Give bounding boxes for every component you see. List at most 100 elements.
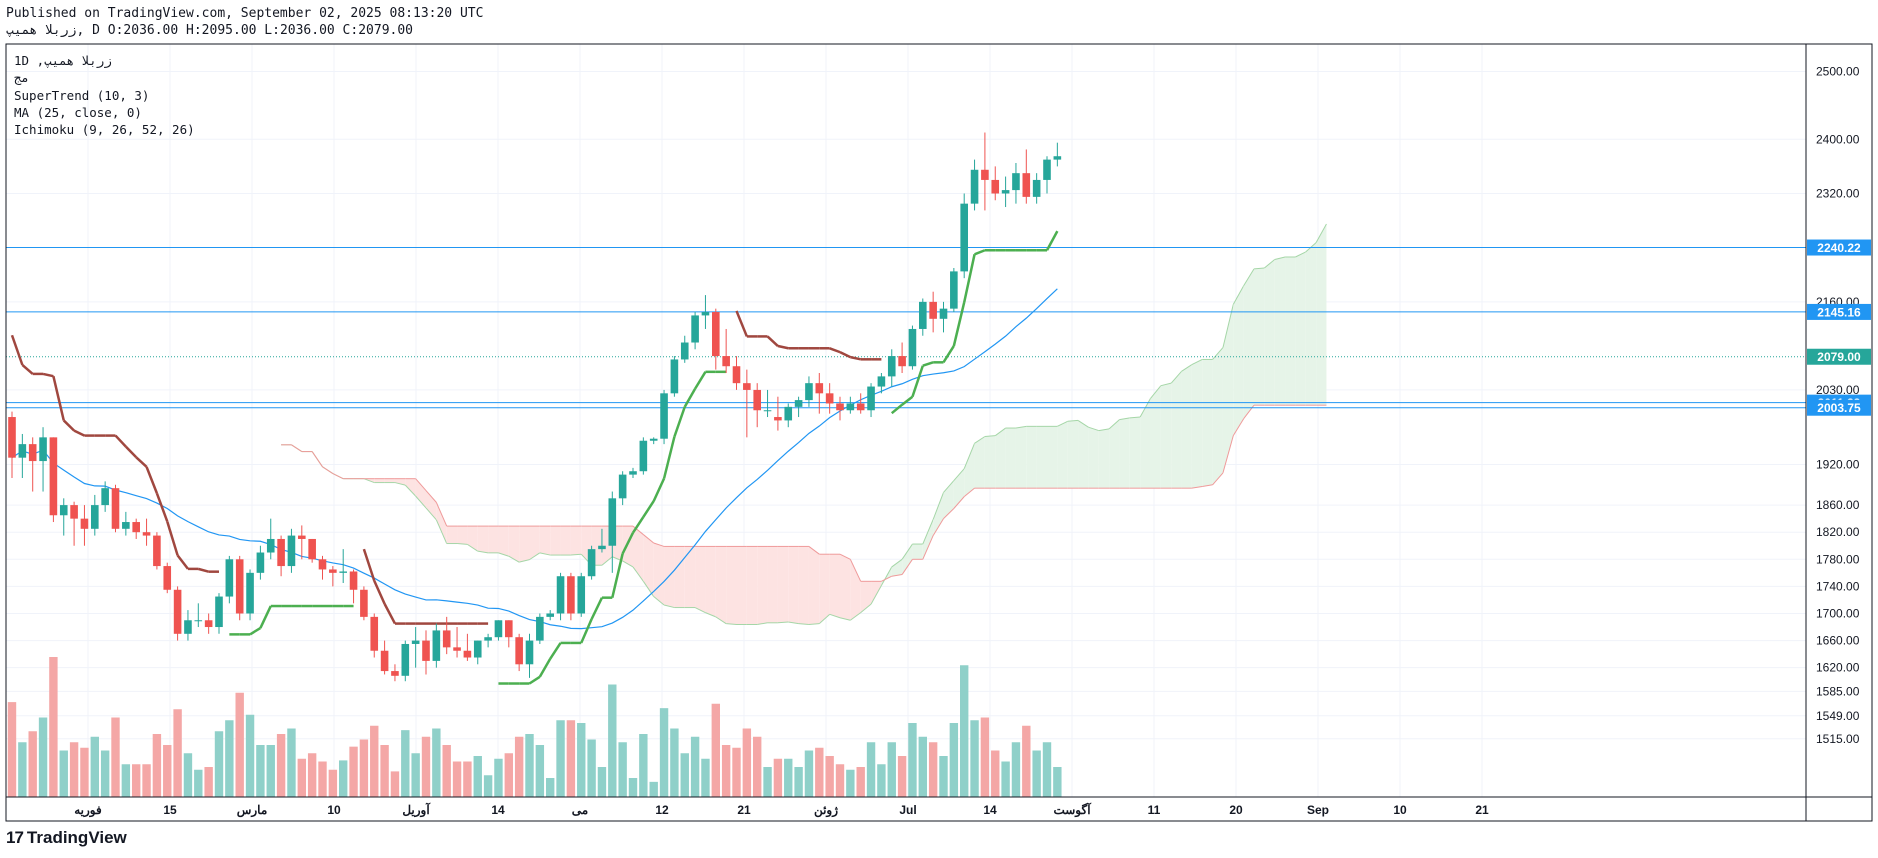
cloud-segment xyxy=(1015,426,1027,489)
candle-body xyxy=(1022,173,1031,197)
candle-body xyxy=(691,315,699,343)
volume-bar xyxy=(442,745,451,797)
candle-body xyxy=(660,393,668,439)
supertrend-segment xyxy=(197,567,209,573)
candle-body xyxy=(401,643,410,676)
price-tick-label: 1740.00 xyxy=(1816,579,1860,593)
volume-bar xyxy=(597,767,607,797)
supertrend-segment xyxy=(590,597,604,620)
candle-body xyxy=(59,505,68,516)
supertrend-segment xyxy=(580,618,593,644)
volume-bar xyxy=(90,736,99,797)
volume-bar xyxy=(401,730,410,797)
volume-bar xyxy=(918,736,927,797)
candle-body xyxy=(122,522,130,529)
volume-bar xyxy=(897,756,907,797)
candle-body xyxy=(556,576,565,614)
cloud-segment xyxy=(829,554,840,618)
time-tick-label: مارس xyxy=(237,803,268,818)
candle-body xyxy=(132,522,140,533)
horizontal-levels[interactable] xyxy=(6,247,1806,409)
volume-bar xyxy=(183,753,193,797)
volume-bar xyxy=(287,728,296,797)
candle-body xyxy=(639,440,648,472)
cloud-segment xyxy=(1160,383,1172,489)
supertrend-segment xyxy=(10,334,24,366)
tradingview-logo[interactable]: 17 TradingView xyxy=(6,828,127,848)
supertrend-segment xyxy=(839,350,851,359)
legend-ma[interactable]: MA (25, close, 0) xyxy=(14,105,142,120)
legend-symbol[interactable]: 1D ,زربلا همیپ xyxy=(14,53,112,68)
cloud-segment xyxy=(1316,223,1327,406)
candle-body xyxy=(463,650,472,658)
volume-bar xyxy=(784,758,793,797)
cloud-segment xyxy=(964,443,975,497)
cloud-segment xyxy=(1285,256,1296,406)
volume-bar xyxy=(142,764,151,797)
cloud-segment xyxy=(550,526,561,556)
candle-body xyxy=(929,301,937,319)
cloud-segment xyxy=(1305,242,1317,406)
cloud-segment xyxy=(1026,426,1037,489)
tradingview-mark-icon: 17 xyxy=(6,828,24,847)
supertrend-segment xyxy=(528,675,541,685)
candle-body xyxy=(536,616,544,641)
candle-body xyxy=(225,559,234,597)
candles[interactable] xyxy=(8,132,1062,682)
candle-body xyxy=(815,383,824,394)
cloud-segment xyxy=(1067,420,1079,489)
price-badge-label: 2145.16 xyxy=(1817,305,1861,319)
candle-body xyxy=(360,589,368,617)
supertrend-segment xyxy=(952,302,966,347)
volume-bar xyxy=(69,742,79,797)
candle-body xyxy=(111,488,120,529)
volume-bar xyxy=(535,745,545,797)
candle-body xyxy=(298,535,306,539)
candle-body xyxy=(391,671,399,676)
price-tick-label: 2400.00 xyxy=(1816,132,1860,146)
supertrend-segment xyxy=(166,521,179,556)
volume-bar xyxy=(711,703,720,797)
volume-bars xyxy=(7,657,1062,797)
volume-bar xyxy=(794,767,803,797)
volume-bar xyxy=(256,745,265,797)
volume-bar xyxy=(525,734,534,797)
cloud-segment xyxy=(1212,347,1223,485)
time-axis[interactable]: فوریه 15 مارس 10 آوریل 14 می 12 21 ژوئن Jul 14 آگوست… xyxy=(74,801,1489,818)
time-tick-label: 21 xyxy=(1475,803,1489,817)
candle-body xyxy=(970,169,979,204)
cloud-segment xyxy=(984,435,996,489)
candle-body xyxy=(753,389,761,411)
volume-bar xyxy=(163,745,172,797)
tradingview-brand: TradingView xyxy=(26,828,127,847)
volume-bar xyxy=(328,769,338,797)
volume-bar xyxy=(1042,742,1052,797)
time-tick-label: 21 xyxy=(737,803,751,817)
legend-supertrend[interactable]: SuperTrend (10, 3) xyxy=(14,88,149,103)
volume-bar xyxy=(504,753,513,797)
volume-bar xyxy=(991,750,1000,797)
cloud-segment xyxy=(798,546,809,625)
time-tick-label: 11 xyxy=(1148,803,1161,817)
candle-body xyxy=(805,383,813,401)
volume-bar xyxy=(204,767,213,797)
cloud-segment xyxy=(695,546,706,613)
candlestick-chart[interactable]: 2500.002400.002320.002160.002030.001920.… xyxy=(0,0,1878,858)
supertrend-segment xyxy=(694,371,707,390)
volume-bar xyxy=(28,731,37,797)
cloud-segment xyxy=(643,534,654,597)
cloud-segment xyxy=(1254,268,1265,406)
volume-bar xyxy=(928,742,938,797)
legend-ichimoku[interactable]: Ichimoku (9, 26, 52, 26) xyxy=(14,122,195,137)
volume-bar xyxy=(38,717,48,797)
volume-bar xyxy=(825,756,834,797)
candle-body xyxy=(743,383,751,390)
volume-bar xyxy=(618,742,627,797)
volume-bar xyxy=(659,708,669,797)
cloud-segment xyxy=(736,546,747,625)
candle-body xyxy=(763,410,772,412)
supertrend-segment xyxy=(850,355,861,361)
price-badge-label: 2079.00 xyxy=(1817,350,1861,364)
candle-body xyxy=(608,498,617,546)
cloud-segment xyxy=(519,526,530,563)
